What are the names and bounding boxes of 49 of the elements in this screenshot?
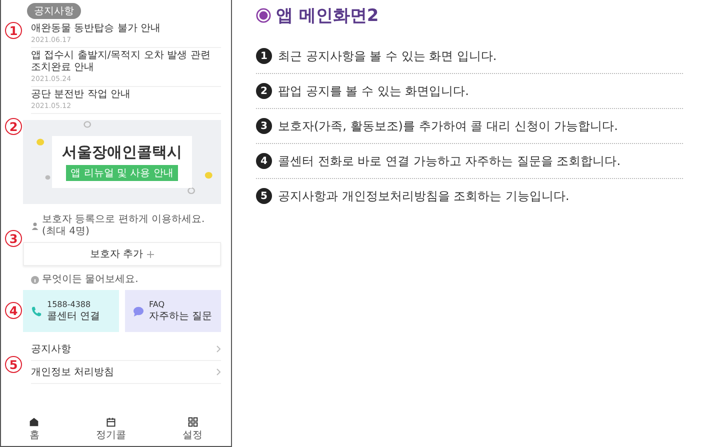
notice-title[interactable]: 애완동물 동반탑승 불가 안내 <box>31 23 221 35</box>
description-text: 콜센터 전화로 바로 연결 가능하고 자주하는 질문을 조회합니다. <box>278 152 621 170</box>
card-subtitle: 자주하는 질문 <box>149 310 212 322</box>
marker: 1 <box>5 22 22 39</box>
person-icon <box>31 222 39 230</box>
card-title: FAQ <box>149 300 166 308</box>
guardian-hint: 보호자 등록으로 편하게 이용하세요. (최대 4명) <box>42 214 206 238</box>
banner[interactable]: 서울장애인콜택시 앱 리뉴얼 및 사용 안내 <box>23 120 221 204</box>
description-text: 팝업 공지를 볼 수 있는 화면입니다. <box>278 82 469 100</box>
menu-label: 공지사항 <box>31 343 71 356</box>
notice-title[interactable]: 공단 분전반 작업 안내 <box>31 89 221 101</box>
marker: 5 <box>5 356 22 373</box>
menu-row[interactable]: 개인정보 처리방침 <box>31 361 221 384</box>
bullet-icon <box>256 8 271 23</box>
number-badge: 4 <box>256 153 272 169</box>
marker: 4 <box>5 302 22 319</box>
notice-title[interactable]: 앱 접수시 출발지/목적지 오차 발생 관련 조치완료 안내 <box>31 50 221 74</box>
notice-badge: 공지사항 <box>27 3 81 19</box>
description-text: 보호자(가족, 활동보조)를 추가하여 콜 대리 신청이 가능합니다. <box>278 118 618 134</box>
tab[interactable]: 설정 <box>182 417 203 442</box>
phone-icon <box>31 306 42 316</box>
tab[interactable]: 홈 <box>29 417 40 442</box>
description-text: 공지사항과 개인정보처리방침을 조회하는 기능입니다. <box>278 188 570 204</box>
add-guardian-button[interactable]: 보호자 추가 <box>23 242 221 266</box>
help-hint: 무엇이든 물어보세요. <box>42 274 138 286</box>
help-card[interactable]: 1588-4388 콜센터 연결 <box>23 290 119 332</box>
number-badge: 5 <box>256 188 272 204</box>
chevron-right-icon <box>216 345 221 353</box>
banner-title: 서울장애인콜택시 <box>62 143 182 162</box>
help-card[interactable]: FAQ 자주하는 질문 <box>125 290 221 332</box>
number-badge: 1 <box>256 48 272 64</box>
marker: 2 <box>5 118 22 135</box>
card-subtitle: 콜센터 연결 <box>47 310 100 322</box>
tab[interactable]: 정기콜 <box>96 417 126 442</box>
chevron-right-icon <box>216 368 221 376</box>
chat-bubble-icon <box>133 306 144 316</box>
menu-label: 개인정보 처리방침 <box>31 366 114 379</box>
menu-row[interactable]: 공지사항 <box>31 338 221 361</box>
number-badge: 2 <box>256 83 272 99</box>
plus-icon <box>147 250 154 258</box>
marker: 3 <box>5 230 22 247</box>
grid-icon <box>188 417 198 427</box>
card-title: 1588-4388 <box>47 300 92 308</box>
description-text: 최근 공지사항을 볼 수 있는 화면 입니다. <box>278 48 497 64</box>
number-badge: 3 <box>256 118 272 134</box>
calendar-icon <box>106 417 116 427</box>
home-icon <box>29 417 40 427</box>
section-title: 앱 메인화면2 <box>276 5 379 27</box>
info-icon <box>31 276 39 284</box>
